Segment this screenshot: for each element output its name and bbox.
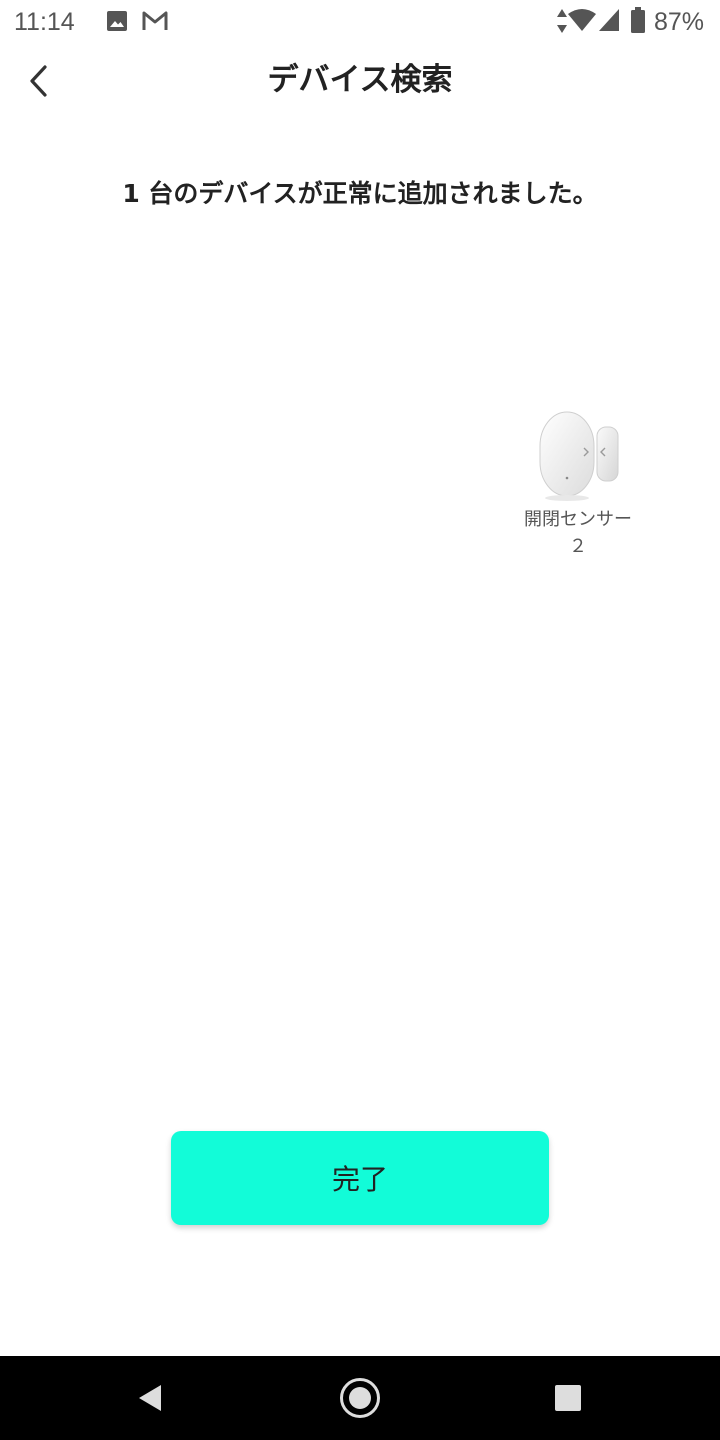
device-item[interactable]: 開閉センサー２ [520,400,636,570]
home-circle-icon [340,1378,380,1418]
success-message: 1 台のデバイスが正常に追加されました。 [122,179,598,208]
page-title: デバイス検索 [267,62,453,98]
done-button[interactable]: 完了 [171,1131,549,1225]
status-time: 11:14 [14,8,75,36]
recents-square-icon [555,1385,581,1411]
status-bar: 11:14 87% [0,0,720,44]
cell-signal-icon [599,9,619,31]
battery-percentage: 87% [654,8,705,36]
battery-icon [631,7,645,33]
nav-back-button[interactable] [122,1370,178,1426]
device-name: 開閉センサー２ [524,509,632,557]
navigation-bar [0,1356,720,1440]
nav-recents-button[interactable] [540,1370,596,1426]
wifi-icon [568,9,596,31]
gmail-icon [142,11,168,30]
door-sensor-icon [539,411,619,501]
back-triangle-icon [139,1385,161,1411]
nav-home-button[interactable] [332,1370,388,1426]
image-icon [107,11,127,31]
